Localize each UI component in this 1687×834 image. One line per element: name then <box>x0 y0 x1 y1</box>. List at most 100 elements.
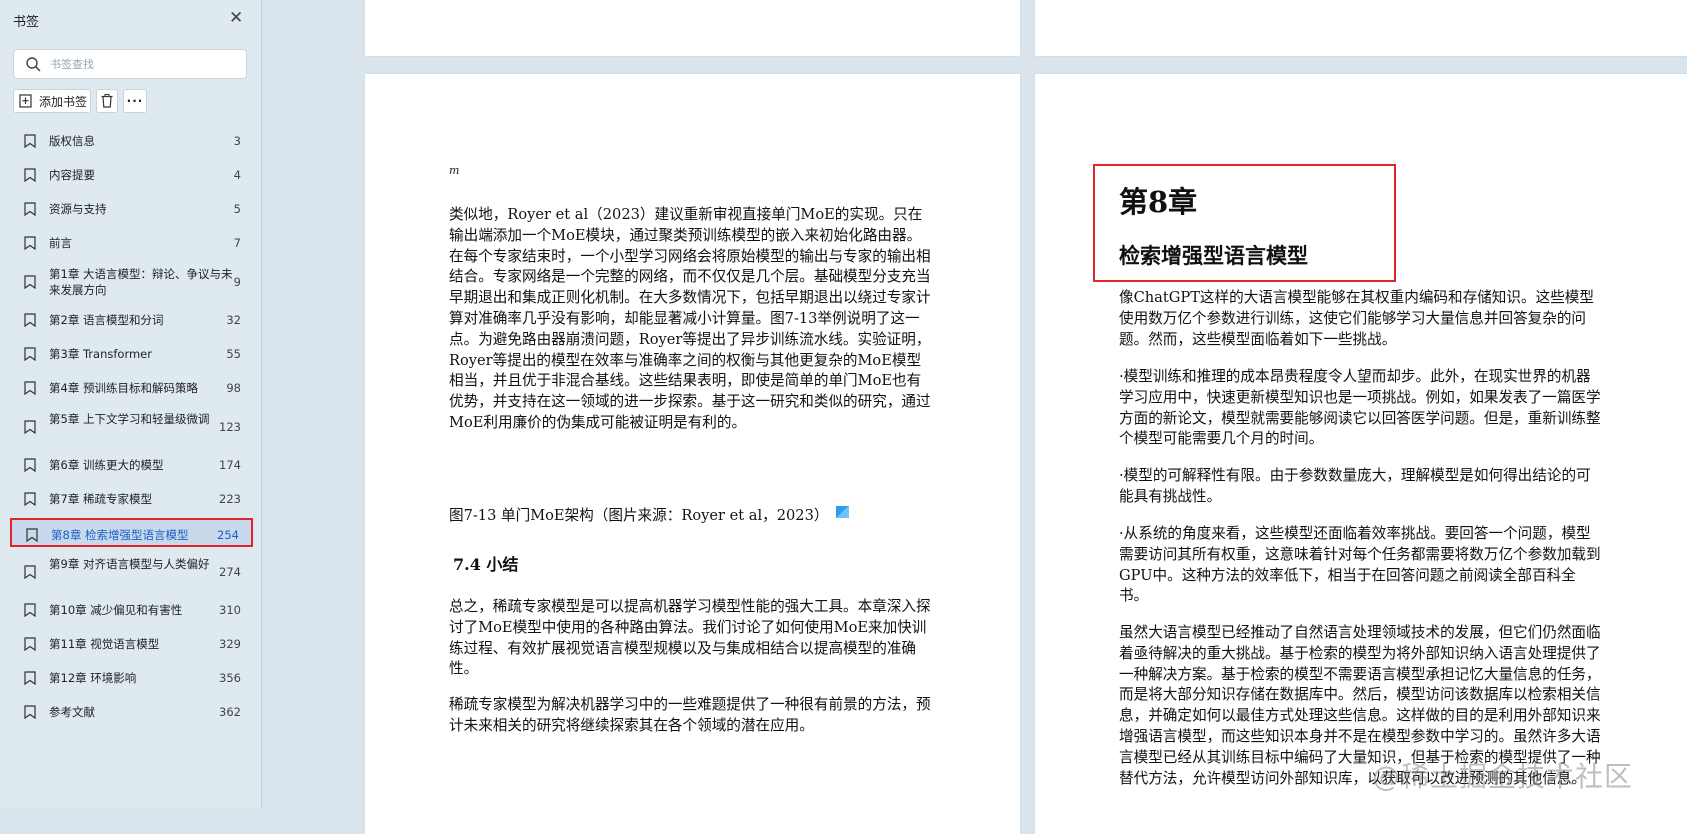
bookmark-label: 前言 <box>49 236 72 250</box>
bookmark-label: 第12章 环境影响 <box>49 671 137 685</box>
bookmark-item[interactable]: 第5章 上下文学习和轻量级微调 123 <box>10 407 253 447</box>
bookmark-icon <box>24 202 36 216</box>
bookmark-item[interactable]: 第6章 训练更大的模型 174 <box>10 450 253 479</box>
close-icon[interactable]: ✕ <box>229 9 243 27</box>
figure-caption-text: 图7-13 单门MoE架构（图片来源：Royer et al，2023） <box>449 507 829 524</box>
right-paragraph-2: ·模型训练和推理的成本昂贵程度令人望而却步。此外，在现实世界的机器学习应用中，快… <box>1119 368 1601 448</box>
bookmark-search-input[interactable] <box>50 55 240 73</box>
bookmark-icon <box>24 603 36 617</box>
bookmark-label: 版权信息 <box>49 134 95 148</box>
chapter-number: 第8章 <box>1119 185 1198 219</box>
bookmark-icon <box>24 275 36 289</box>
bookmark-icon <box>24 492 36 506</box>
bookmark-page-number: 223 <box>219 492 241 506</box>
bookmark-item[interactable]: 第9章 对齐语言模型与人类偏好 274 <box>10 552 253 592</box>
bookmark-icon <box>26 528 38 542</box>
section-heading: 7.4 小结 <box>453 555 519 574</box>
bookmark-item[interactable]: 第3章 Transformer 55 <box>10 339 253 368</box>
bookmark-page-number: 7 <box>233 236 241 250</box>
bookmark-page-number: 5 <box>233 202 241 216</box>
bookmark-page-number: 356 <box>219 671 241 685</box>
figure-caption: 图7-13 单门MoE架构（图片来源：Royer et al，2023） <box>449 504 850 525</box>
bookmark-item[interactable]: 第11章 视觉语言模型 329 <box>10 629 253 658</box>
bookmark-icon <box>24 671 36 685</box>
bookmark-item[interactable]: 第8章 检索增强型语言模型 254 <box>10 518 253 547</box>
bookmark-item[interactable]: 第7章 稀疏专家模型 223 <box>10 484 253 513</box>
bookmark-icon <box>24 134 36 148</box>
bookmark-page-number: 32 <box>226 313 241 327</box>
bookmark-page-number: 55 <box>226 347 241 361</box>
bookmark-page-number: 329 <box>219 637 241 651</box>
bookmark-page-number: 254 <box>217 528 239 542</box>
bookmark-icon <box>24 420 36 434</box>
bookmark-page-number: 174 <box>219 458 241 472</box>
bookmark-icon <box>24 313 36 327</box>
bookmark-search-box[interactable] <box>13 49 247 79</box>
watermark-text: @稀土掘金技术社区 <box>1372 760 1634 793</box>
page-right: 第8章 检索增强型语言模型 像ChatGPT这样的大语言模型能够在其权重内编码和… <box>1035 74 1687 834</box>
add-bookmark-label: 添加书签 <box>39 94 88 109</box>
search-icon <box>26 57 41 72</box>
previous-page-right <box>1035 0 1687 56</box>
bookmark-label: 第1章 大语言模型：辩论、争议与未来发展方向 <box>49 267 233 297</box>
add-bookmark-button[interactable]: 添加书签 <box>13 89 91 113</box>
bookmark-item[interactable]: 资源与支持 5 <box>10 194 253 223</box>
page-left: m 类似地，Royer et al（2023）建议重新审视直接单门MoE的实现。… <box>365 74 1020 834</box>
bookmark-page-number: 310 <box>219 603 241 617</box>
bookmark-page-number: 274 <box>219 565 241 579</box>
bookmark-item[interactable]: 参考文献 362 <box>10 697 253 726</box>
delete-bookmark-button[interactable] <box>96 89 118 113</box>
bookmark-page-number: 9 <box>233 275 241 289</box>
bookmark-label: 第10章 减少偏见和有害性 <box>49 603 183 617</box>
bookmark-item[interactable]: 第12章 环境影响 356 <box>10 663 253 692</box>
bookmark-label: 内容提要 <box>49 168 95 182</box>
trash-icon <box>101 94 113 108</box>
bookmark-item[interactable]: 版权信息 3 <box>10 126 253 155</box>
bookmark-sidebar: 书签 ✕ 添加书签 ··· 版权信息 3 内容提要 4 资源与支持 5 前言 7 第1章 大语言… <box>0 0 262 808</box>
left-paragraph-3: 稀疏专家模型为解决机器学习中的一些难题提供了一种很有前景的方法，预计未来相关的研… <box>449 696 931 734</box>
chapter-title: 检索增强型语言模型 <box>1119 243 1308 268</box>
bookmark-label: 第5章 上下文学习和轻量级微调 <box>49 412 210 426</box>
bookmark-label: 第8章 检索增强型语言模型 <box>51 528 189 542</box>
bookmark-label: 第6章 训练更大的模型 <box>49 458 164 472</box>
bookmark-icon <box>24 168 36 182</box>
bookmark-icon <box>24 381 36 395</box>
bookmark-item[interactable]: 内容提要 4 <box>10 160 253 189</box>
document-viewer[interactable]: m 类似地，Royer et al（2023）建议重新审视直接单门MoE的实现。… <box>262 0 1687 834</box>
bookmark-label: 资源与支持 <box>49 202 107 216</box>
bookmark-item[interactable]: 前言 7 <box>10 228 253 257</box>
bookmark-icon <box>24 705 36 719</box>
bookmark-label: 参考文献 <box>49 705 95 719</box>
right-paragraph-4: ·从系统的角度来看，这些模型还面临着效率挑战。要回答一个问题，模型需要访问其所有… <box>1119 525 1601 605</box>
bookmark-icon <box>24 458 36 472</box>
bookmark-label: 第9章 对齐语言模型与人类偏好 <box>49 557 210 571</box>
bookmark-item[interactable]: 第2章 语言模型和分词 32 <box>10 305 253 334</box>
bookmark-page-number: 4 <box>233 168 241 182</box>
image-placeholder-icon[interactable] <box>836 506 850 518</box>
bookmark-icon <box>24 236 36 250</box>
add-bookmark-icon <box>19 94 32 108</box>
bookmark-label: 第4章 预训练目标和解码策略 <box>49 381 198 395</box>
left-paragraph-2: 总之，稀疏专家模型是可以提高机器学习模型性能的强大工具。本章深入探讨了MoE模型… <box>449 598 931 678</box>
bookmark-page-number: 98 <box>226 381 241 395</box>
page-marker: m <box>449 164 460 177</box>
bookmark-label: 第7章 稀疏专家模型 <box>49 492 152 506</box>
bookmark-item[interactable]: 第10章 减少偏见和有害性 310 <box>10 595 253 624</box>
bookmark-item[interactable]: 第1章 大语言模型：辩论、争议与未来发展方向 9 <box>10 262 253 302</box>
previous-page-left <box>365 0 1020 56</box>
more-options-button[interactable]: ··· <box>123 89 147 113</box>
bookmark-icon <box>24 565 36 579</box>
bookmark-item[interactable]: 第4章 预训练目标和解码策略 98 <box>10 373 253 402</box>
sidebar-title: 书签 <box>13 15 40 30</box>
left-paragraph-1: 类似地，Royer et al（2023）建议重新审视直接单门MoE的实现。只在… <box>449 206 931 431</box>
bookmark-page-number: 123 <box>219 420 241 434</box>
bookmark-label: 第11章 视觉语言模型 <box>49 637 160 651</box>
bookmark-icon <box>24 347 36 361</box>
bookmark-label: 第3章 Transformer <box>49 347 152 361</box>
bookmark-page-number: 3 <box>233 134 241 148</box>
bookmark-label: 第2章 语言模型和分词 <box>49 313 164 327</box>
right-paragraph-3: ·模型的可解释性有限。由于参数数量庞大，理解模型是如何得出结论的可能具有挑战性。 <box>1119 467 1591 505</box>
bookmark-icon <box>24 637 36 651</box>
right-paragraph-1: 像ChatGPT这样的大语言模型能够在其权重内编码和存储知识。这些模型使用数万亿… <box>1119 289 1594 348</box>
bookmark-page-number: 362 <box>219 705 241 719</box>
